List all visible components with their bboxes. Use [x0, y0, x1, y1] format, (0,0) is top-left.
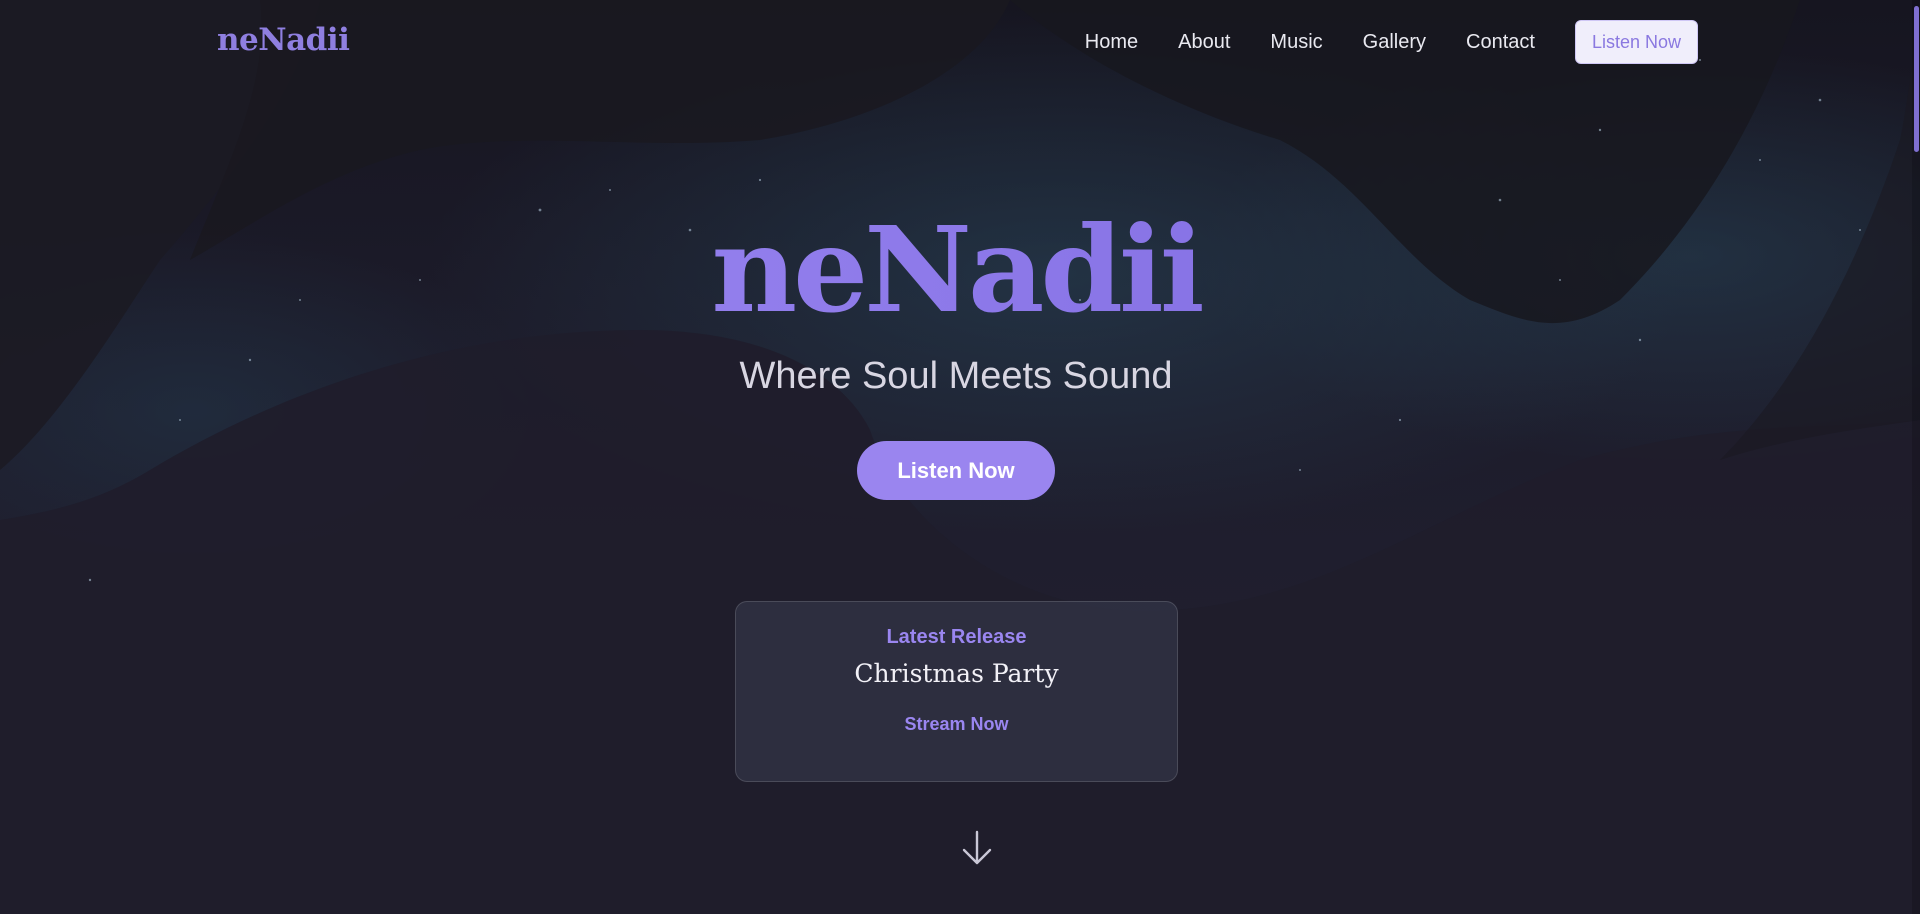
- nav-contact-link[interactable]: Contact: [1466, 20, 1535, 64]
- scrollbar-thumb[interactable]: [1914, 6, 1919, 152]
- page-scrollbar[interactable]: [1912, 0, 1920, 914]
- latest-release-label: Latest Release: [886, 626, 1027, 648]
- hero-tagline: Where Soul Meets Sound: [739, 355, 1173, 397]
- nav-gallery-link[interactable]: Gallery: [1363, 20, 1426, 64]
- latest-release-card: Latest Release Christmas Party Stream No…: [735, 601, 1178, 782]
- nav-music-link[interactable]: Music: [1270, 20, 1322, 64]
- site-logo[interactable]: neNadii: [217, 22, 350, 58]
- hero-listen-now-button[interactable]: Listen Now: [857, 441, 1055, 500]
- latest-release-title: Christmas Party: [854, 659, 1059, 688]
- header-listen-now-button[interactable]: Listen Now: [1574, 20, 1698, 64]
- stream-now-link[interactable]: Stream Now: [904, 714, 1008, 735]
- nav-home-link[interactable]: Home: [1085, 20, 1138, 64]
- site-header: neNadii Home About Music Gallery Contact…: [0, 0, 1920, 86]
- nav-about-link[interactable]: About: [1178, 20, 1230, 64]
- arrow-down-icon[interactable]: [961, 830, 993, 866]
- main-nav: Home About Music Gallery Contact Listen …: [1045, 20, 1698, 64]
- hero-title: neNadii: [0, 200, 1912, 339]
